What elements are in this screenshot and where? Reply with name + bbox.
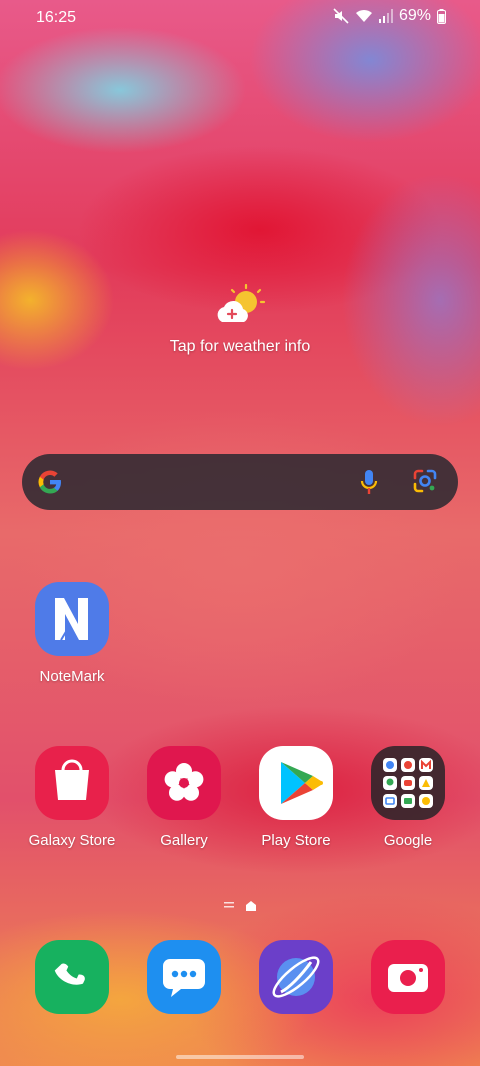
weather-cloud-sun-icon (212, 283, 268, 328)
dock-camera[interactable] (352, 940, 464, 1014)
battery-text: 69% (398, 7, 431, 24)
galaxy-store-icon (35, 746, 109, 820)
play-store-icon (259, 746, 333, 820)
app-google-folder[interactable]: Google (352, 746, 464, 849)
phone-icon (35, 940, 109, 1014)
app-label: Galaxy Store (28, 832, 116, 849)
wifi-icon (355, 8, 373, 24)
app-gallery[interactable]: Gallery (128, 746, 240, 849)
app-label: Gallery (160, 832, 208, 849)
app-play-store[interactable]: Play Store (240, 746, 352, 849)
status-bar: 16:25 69% (0, 0, 480, 36)
battery-icon (437, 8, 446, 24)
messages-icon (147, 940, 221, 1014)
gallery-icon (147, 746, 221, 820)
google-g-icon (36, 468, 64, 496)
app-label: NoteMark (39, 668, 105, 685)
status-icons: 69% (333, 7, 446, 25)
dock-messages[interactable] (128, 940, 240, 1014)
page-indicator[interactable] (0, 898, 480, 916)
google-folder-icon (371, 746, 445, 820)
weather-label: Tap for weather info (169, 338, 311, 355)
google-lens-icon[interactable] (412, 468, 438, 494)
dock-phone[interactable] (16, 940, 128, 1014)
notemark-icon (35, 582, 109, 656)
mute-icon (333, 8, 349, 24)
signal-icon (378, 9, 393, 23)
status-time: 16:25 (36, 9, 77, 26)
app-label: Play Store (261, 832, 331, 849)
google-search-bar[interactable] (22, 454, 458, 510)
menu-lines-icon (224, 898, 234, 916)
mic-icon[interactable] (358, 468, 380, 496)
internet-icon (259, 940, 333, 1014)
app-notemark[interactable]: NoteMark (16, 582, 128, 685)
gesture-handle[interactable] (176, 1055, 304, 1059)
app-galaxy-store[interactable]: Galaxy Store (16, 746, 128, 849)
camera-icon (371, 940, 445, 1014)
app-label: Google (383, 832, 433, 849)
dock-internet[interactable] (240, 940, 352, 1014)
weather-widget[interactable]: Tap for weather info (0, 283, 480, 356)
home-page-dot-icon (246, 898, 256, 916)
